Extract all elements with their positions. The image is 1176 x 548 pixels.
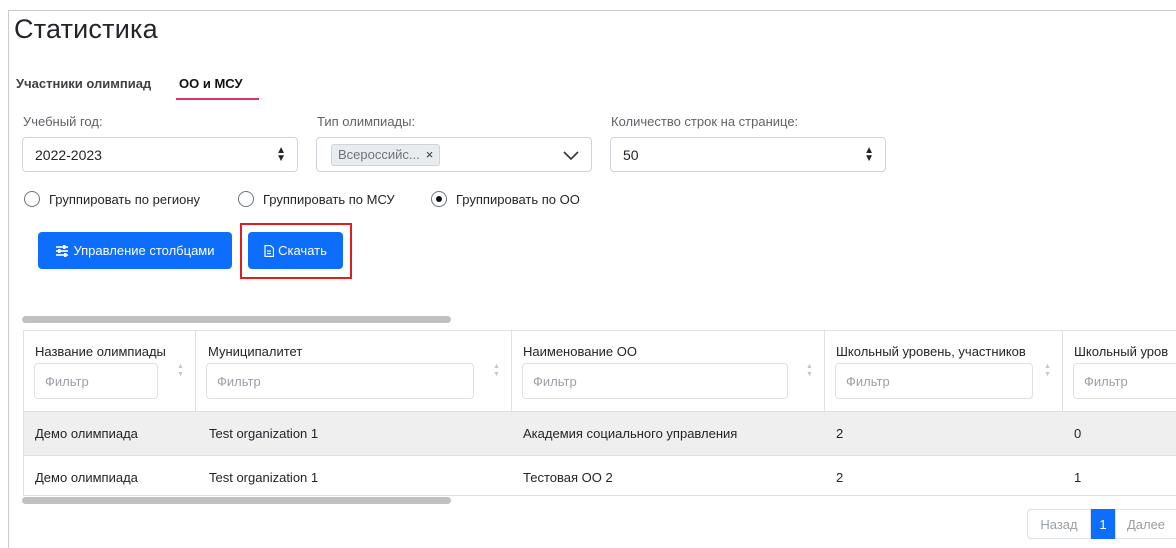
table-cell: Test organization 1 [209,426,319,441]
table-row: Демо олимпиада Test organization 1 Тесто… [24,456,1176,495]
table-scrollbar-top[interactable] [22,316,451,323]
rows-per-page-label: Количество строк на странице: [611,114,799,129]
table-cell: Демо олимпиада [35,426,138,441]
group-by-school-radio[interactable]: Группировать по ОО [431,191,580,207]
sort-arrows-icon: ▲ ▼ [276,145,286,164]
radio-circle-icon [238,191,254,207]
column-title[interactable]: Школьный уровень, участников [836,344,1026,359]
manage-columns-button[interactable]: Управление столбцами [38,232,232,269]
pagination-page-button[interactable]: 1 [1091,509,1115,539]
column-title[interactable]: Наименование ОО [523,344,637,359]
column-header-school-level-participants: Школьный уровень, участников Фильтр ▲ ▼ [825,331,1063,411]
active-tab-indicator [176,98,259,100]
year-select[interactable]: 2022-2023 ▲ ▼ [22,137,298,172]
olympiad-type-chip: Всероссийс... × [331,143,441,166]
statistics-table: Название олимпиады Фильтр ▲ ▼ Муниципалит… [23,330,1176,496]
table-cell: 2 [836,426,844,441]
tab-olympiad-participants[interactable]: Участники олимпиад [16,76,151,91]
filter-input-school-name[interactable]: Фильтр [522,363,788,399]
table-scrollbar-bottom[interactable] [22,497,451,504]
sort-icon[interactable]: ▲ ▼ [177,363,184,379]
group-by-region-label: Группировать по региону [49,191,200,207]
page-title: Статистика [14,14,158,44]
filter-input-municipality[interactable]: Фильтр [206,363,474,399]
column-header-olympiad-name: Название олимпиады Фильтр ▲ ▼ [24,331,196,411]
sort-icon[interactable]: ▲ ▼ [1044,363,1051,379]
column-header-school-level-2: Школьный уров Фильтр [1063,331,1176,411]
column-header-municipality: Муниципалитет Фильтр ▲ ▼ [196,331,512,411]
pagination-prev-button[interactable]: Назад [1027,509,1091,539]
radio-circle-icon [24,191,40,207]
olympiad-type-chip-label: Всероссийс... [338,147,420,162]
tab-schools-and-municipalities[interactable]: ОО и МСУ [179,76,243,91]
rows-per-page-value: 50 [623,146,639,163]
olympiad-type-label: Тип олимпиады: [317,114,416,129]
year-select-value: 2022-2023 [35,146,102,163]
manage-columns-label: Управление столбцами [73,243,215,258]
chip-remove-icon[interactable]: × [426,147,434,162]
pagination-next-button[interactable]: Далее [1115,509,1176,539]
table-cell: Test organization 1 [209,470,319,485]
download-highlight-annotation [240,223,352,279]
table-cell: Тестовая ОО 2 [523,470,613,485]
filter-input-school-level-participants[interactable]: Фильтр [835,363,1033,399]
filter-input-school-level-2[interactable]: Фильтр [1073,363,1176,399]
sliders-icon [55,244,69,257]
group-by-region-radio[interactable]: Группировать по региону [24,191,200,207]
column-title[interactable]: Школьный уров [1074,344,1168,359]
tab-bar: Участники олимпиад ОО и МСУ [16,76,1168,104]
table-cell: 2 [836,470,844,485]
radio-selected-icon [431,191,447,207]
rows-per-page-select[interactable]: 50 ▲ ▼ [610,137,886,172]
table-cell: Демо олимпиада [35,470,138,485]
pagination: Назад 1 Далее [1027,509,1176,539]
table-cell: 0 [1074,426,1082,441]
chevron-down-icon [563,148,579,164]
table-cell: 1 [1074,470,1082,485]
column-title[interactable]: Название олимпиады [35,344,166,359]
group-by-school-label: Группировать по ОО [456,191,580,207]
column-header-school-name: Наименование ОО Фильтр ▲ ▼ [512,331,825,411]
sort-icon[interactable]: ▲ ▼ [493,363,500,379]
group-by-msu-label: Группировать по МСУ [263,191,395,207]
table-cell: Академия социального управления [523,426,738,441]
sort-icon[interactable]: ▲ ▼ [806,363,813,379]
group-by-msu-radio[interactable]: Группировать по МСУ [238,191,395,207]
year-label: Учебный год: [23,114,103,129]
sort-arrows-icon: ▲ ▼ [864,145,874,164]
table-row: Демо олимпиада Test organization 1 Акаде… [24,412,1176,456]
filter-input-olympiad-name[interactable]: Фильтр [34,363,158,399]
table-header: Название олимпиады Фильтр ▲ ▼ Муниципалит… [24,331,1176,412]
olympiad-type-multiselect[interactable]: Всероссийс... × [316,137,592,172]
column-title[interactable]: Муниципалитет [208,344,302,359]
